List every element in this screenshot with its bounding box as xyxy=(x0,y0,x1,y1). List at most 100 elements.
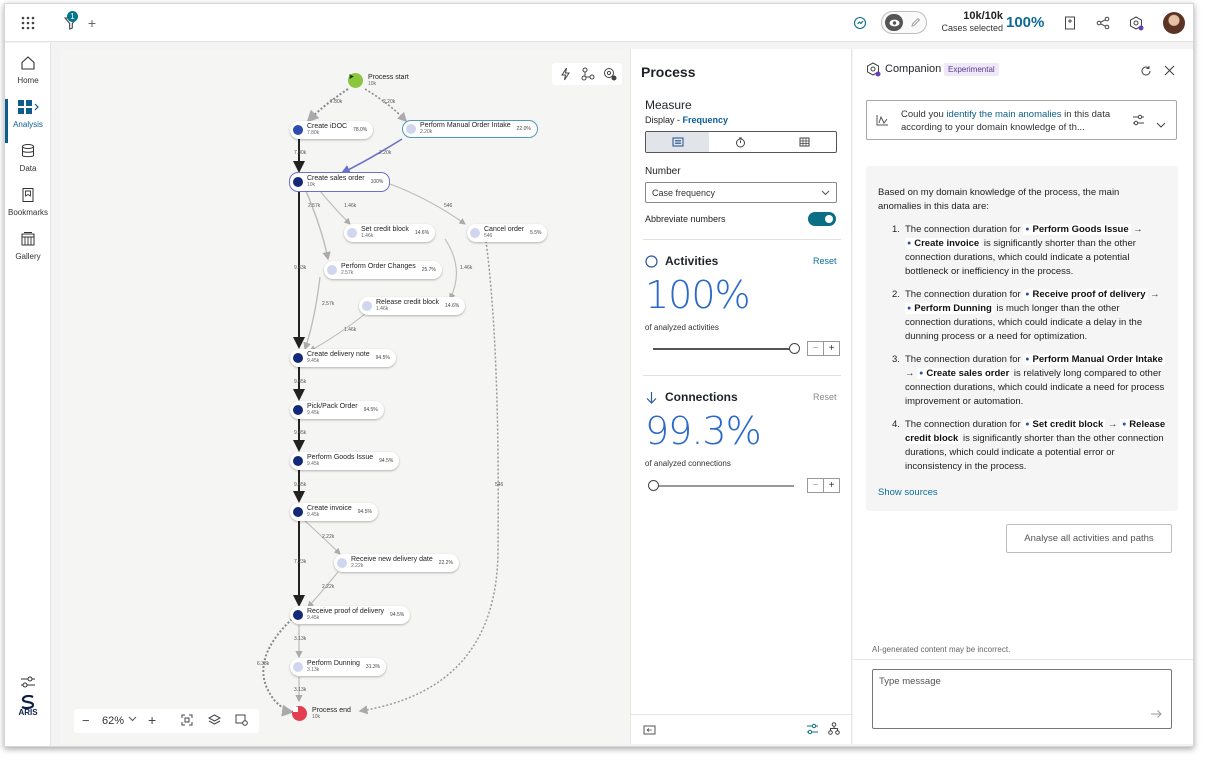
settings-sliders-icon[interactable] xyxy=(1132,114,1145,129)
connections-stepper[interactable]: − + xyxy=(807,478,840,493)
zoom-toolbar: − 62% + xyxy=(74,709,259,733)
nav-bookmarks[interactable]: Bookmarks xyxy=(5,187,51,231)
anomaly-item: 3.The connection duration for Perform Ma… xyxy=(878,353,1168,409)
divider xyxy=(853,659,1193,660)
activity-chip[interactable]: Perform Manual Order Intake xyxy=(1023,354,1165,365)
node-create-delivery-note[interactable]: Create delivery note 9.45k 94.5% xyxy=(290,349,396,367)
process-canvas[interactable]: 7.80k 2.20k 7.80k 2.20k 2.57k 1.46k 546 … xyxy=(60,49,630,744)
activity-chip[interactable]: Perform Goods Issue xyxy=(1023,224,1131,235)
bookmark-add-icon[interactable] xyxy=(1061,14,1079,32)
activities-decrement[interactable]: − xyxy=(808,342,823,355)
edge-label: 7.23k xyxy=(294,559,307,565)
nav-data[interactable]: Data xyxy=(5,143,51,187)
prompt-highlight: identify the main anomalies xyxy=(946,109,1062,120)
number-select-value: Case frequency xyxy=(652,188,716,198)
filter-button[interactable]: 1 xyxy=(61,11,81,32)
close-icon[interactable] xyxy=(1164,65,1175,79)
add-filter-button[interactable]: + xyxy=(85,14,99,32)
process-start-node[interactable] xyxy=(348,73,363,88)
zoom-out-button[interactable]: − xyxy=(82,713,90,728)
activities-reset-link[interactable]: Reset xyxy=(813,256,837,266)
process-end-node[interactable] xyxy=(292,706,307,721)
apps-grid-icon[interactable] xyxy=(19,14,37,32)
sync-icon[interactable] xyxy=(851,14,869,32)
number-select[interactable]: Case frequency xyxy=(645,182,837,203)
node-receive-new-delivery-date[interactable]: Receive new delivery date 2.22k 22.2% xyxy=(334,554,459,572)
collapse-panel-icon[interactable] xyxy=(643,724,656,738)
node-create-sales-order[interactable]: Create sales order 10k 100% xyxy=(289,172,391,192)
analyse-all-button[interactable]: Analyse all activities and paths xyxy=(1006,524,1172,553)
frequency-mode-button[interactable] xyxy=(646,132,710,152)
refresh-icon[interactable] xyxy=(1140,65,1152,80)
connections-reset-link[interactable]: Reset xyxy=(813,392,837,402)
nav-home[interactable]: Home xyxy=(5,55,51,99)
activities-increment[interactable]: + xyxy=(823,342,839,355)
activity-chip[interactable]: Create sales order xyxy=(917,368,1012,379)
node-create-idoc[interactable]: Create iDOC 7.80k 78.0% xyxy=(290,121,374,139)
app-window: 1 + 10k/10k Cases selected 100% Home Ana… xyxy=(4,3,1194,747)
node-pick-pack-order[interactable]: Pick/Pack Order 9.45k 94.5% xyxy=(290,401,384,419)
node-perform-order-changes[interactable]: Perform Order Changes 2.57k 25.7% xyxy=(324,261,442,279)
cases-label: Cases selected xyxy=(941,23,1003,33)
node-set-credit-block[interactable]: Set credit block 1.46k 14.6% xyxy=(344,224,436,242)
edge-label: 2.22k xyxy=(322,534,335,540)
connections-increment[interactable]: + xyxy=(823,479,839,492)
anomaly-item: 4.The connection duration for Set credit… xyxy=(878,418,1168,474)
node-receive-proof-of-delivery[interactable]: Receive proof of delivery 9.45k 94.5% xyxy=(290,606,411,624)
message-placeholder: Type message xyxy=(879,676,941,687)
chevron-down-icon[interactable] xyxy=(1156,117,1166,131)
process-tree-icon[interactable] xyxy=(828,722,840,738)
edge-sales-cancel xyxy=(389,183,466,225)
ai-disclaimer: AI-generated content may be incorrect. xyxy=(872,645,1011,654)
edge-label: 6.33k xyxy=(257,661,270,667)
companion-icon[interactable] xyxy=(1127,14,1145,32)
edge-label: 546 xyxy=(444,203,453,209)
nav-analysis[interactable]: Analysis xyxy=(5,99,51,143)
user-avatar[interactable] xyxy=(1163,12,1185,34)
zoom-in-button[interactable]: + xyxy=(148,712,156,728)
activities-value: 100% xyxy=(645,273,751,317)
zoom-level[interactable]: 62% xyxy=(102,715,124,727)
show-sources-link[interactable]: Show sources xyxy=(878,487,938,498)
canvas-toolbar xyxy=(552,63,622,85)
node-perform-manual-order-intake[interactable]: Perform Manual Order Intake 2.20k 22.0% xyxy=(402,120,538,138)
nav-gallery[interactable]: Gallery xyxy=(5,231,51,275)
display-value: Frequency xyxy=(682,115,729,125)
prompt-text: Could you identify the main anomalies in… xyxy=(901,109,1111,133)
display-mode-selector xyxy=(645,131,837,153)
activity-chip[interactable]: Set credit block xyxy=(1023,419,1106,430)
duration-mode-button[interactable] xyxy=(709,132,772,152)
node-release-credit-block[interactable]: Release credit block 1.46k 14.6% xyxy=(359,297,466,315)
connections-slider-track[interactable] xyxy=(653,485,794,487)
node-cancel-order[interactable]: Cancel order 546 5.5% xyxy=(467,224,548,242)
connections-decrement[interactable]: − xyxy=(808,479,823,492)
activity-chip[interactable]: Perform Dunning xyxy=(905,303,994,314)
nav-analysis-label: Analysis xyxy=(13,120,43,129)
activity-chip[interactable]: Create invoice xyxy=(905,238,982,249)
activities-heading: Activities xyxy=(645,254,718,268)
edge-label: 9.45k xyxy=(294,482,307,488)
edge-sales-changes xyxy=(305,190,331,261)
companion-title: Companion xyxy=(885,63,942,75)
share-icon[interactable] xyxy=(1094,14,1112,32)
connections-slider-handle[interactable] xyxy=(647,480,659,491)
send-arrow-icon[interactable] xyxy=(1150,708,1163,722)
activities-slider-track[interactable] xyxy=(653,348,794,350)
node-create-invoice[interactable]: Create invoice 9.45k 94.5% xyxy=(290,503,378,521)
sliders-icon[interactable] xyxy=(806,723,819,738)
nav-gallery-label: Gallery xyxy=(15,252,41,261)
settings-sliders-icon[interactable] xyxy=(20,675,36,692)
node-perform-dunning[interactable]: Perform Dunning 3.13k 31.3% xyxy=(290,658,387,676)
activities-slider-handle[interactable] xyxy=(788,343,800,354)
table-mode-button[interactable] xyxy=(773,132,836,152)
process-start-label: Process start 10k xyxy=(368,74,409,87)
message-input[interactable]: Type message xyxy=(872,669,1172,729)
divider xyxy=(643,239,841,240)
node-perform-goods-issue[interactable]: Perform Goods Issue 9.45k 94.5% xyxy=(290,452,400,470)
abbreviate-toggle[interactable] xyxy=(808,212,836,226)
activity-chip[interactable]: Receive proof of delivery xyxy=(1023,289,1148,300)
edge-changes-delivery xyxy=(303,276,321,351)
prompt-selector[interactable]: Could you identify the main anomalies in… xyxy=(866,100,1177,140)
view-mode-toggle[interactable] xyxy=(881,11,927,34)
activities-stepper[interactable]: − + xyxy=(807,341,840,356)
